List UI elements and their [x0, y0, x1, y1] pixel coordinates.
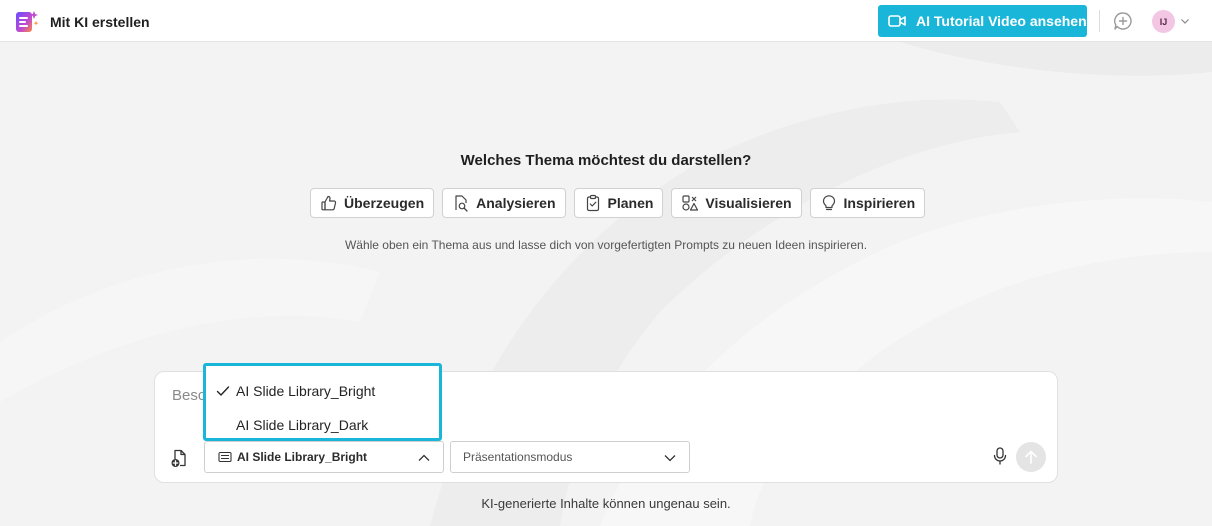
user-avatar[interactable]: IJ [1152, 10, 1175, 33]
app-header: Mit KI erstellen AI Tutorial Video anseh… [0, 0, 1212, 42]
dropdown-option-label: AI Slide Library_Dark [236, 417, 369, 433]
topic-label: Analysieren [476, 195, 556, 211]
chevron-up-icon [418, 454, 430, 461]
topic-question: Welches Thema möchtest du darstellen? [460, 152, 752, 169]
slide-library-select[interactable]: AI Slide Library_Bright [204, 441, 444, 473]
presentation-mode-placeholder: Präsentationsmodus [463, 450, 573, 464]
ai-disclaimer: KI-generierte Inhalte können ungenau sei… [481, 496, 731, 511]
checkmark-icon [216, 386, 230, 396]
tutorial-video-label: AI Tutorial Video ansehen [916, 13, 1087, 29]
dropdown-option-label: AI Slide Library_Bright [236, 383, 376, 399]
dropdown-option-dark[interactable]: AI Slide Library_Dark [206, 408, 439, 442]
topic-button-analysieren[interactable]: Analysieren [442, 188, 566, 218]
shapes-icon [682, 195, 699, 211]
topic-label: Visualisieren [705, 195, 792, 211]
slide-library-value: AI Slide Library_Bright [237, 450, 368, 464]
chevron-down-icon[interactable] [1180, 16, 1190, 26]
dropdown-option-bright[interactable]: AI Slide Library_Bright [206, 374, 439, 408]
header-divider [1099, 10, 1100, 32]
topic-label: Überzeugen [344, 195, 425, 211]
arrow-up-icon [1025, 450, 1037, 464]
lightbulb-icon [822, 195, 835, 211]
topic-button-visualisieren[interactable]: Visualisieren [671, 188, 802, 218]
slide-library-icon [218, 451, 232, 463]
presentation-mode-select[interactable]: Präsentationsmodus [450, 441, 690, 473]
video-camera-icon [888, 15, 906, 27]
topic-buttons: Überzeugen Analysieren Planen Visualisie… [310, 188, 926, 218]
topic-label: Inspirieren [843, 195, 916, 211]
tutorial-video-button[interactable]: AI Tutorial Video ansehen [878, 5, 1087, 37]
topic-label: Planen [607, 195, 654, 211]
topic-button-ueberzeugen[interactable]: Überzeugen [310, 188, 435, 218]
slide-library-dropdown: AI Slide Library_Bright AI Slide Library… [203, 363, 442, 441]
microphone-icon[interactable] [990, 446, 1010, 466]
ai-create-logo-icon [16, 11, 39, 32]
document-search-icon [455, 195, 468, 212]
topic-button-planen[interactable]: Planen [573, 188, 664, 218]
topic-button-inspirieren[interactable]: Inspirieren [809, 188, 926, 218]
clipboard-check-icon [586, 194, 599, 212]
app-title: Mit KI erstellen [50, 14, 150, 30]
new-chat-icon[interactable] [1113, 11, 1133, 31]
chevron-down-icon [664, 455, 676, 462]
send-button[interactable] [1016, 442, 1046, 472]
topic-hint: Wähle oben ein Thema aus und lasse dich … [344, 238, 868, 252]
add-file-icon[interactable] [170, 448, 190, 468]
thumbs-up-icon [321, 195, 337, 211]
